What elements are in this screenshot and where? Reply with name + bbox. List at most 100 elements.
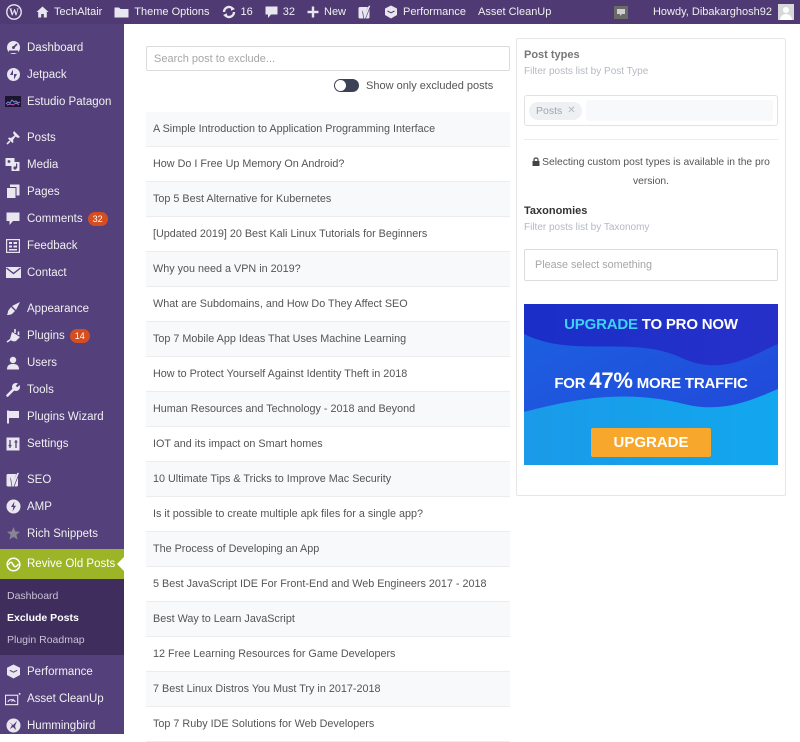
folder-icon [114, 6, 129, 18]
pro-version-note: Selecting custom post types is available… [524, 153, 778, 191]
submenu-item-plugin-roadmap[interactable]: Plugin Roadmap [0, 629, 124, 651]
upgrade-banner[interactable]: UPGRADE TO PRO NOW FOR 47% MORE TRAFFIC … [524, 304, 778, 465]
sidebar-item-comments[interactable]: Comments 32 [0, 205, 124, 232]
post-types-title: Post types [524, 49, 580, 61]
asset-cleanup-link[interactable]: Asset CleanUp [472, 0, 557, 24]
banner-highlight: UPGRADE [564, 316, 638, 333]
main-content: Show only excluded posts A Simple Introd… [124, 24, 800, 742]
post-list-item[interactable]: 7 Best Linux Distros You Must Try in 201… [146, 672, 510, 707]
sidebar-item-dashboard[interactable]: Dashboard [0, 34, 124, 61]
sidebar-item-seo[interactable]: SEO [0, 466, 124, 493]
revive-icon [5, 556, 21, 572]
sidebar-item-pages[interactable]: Pages [0, 178, 124, 205]
sidebar-label: Revive Old Posts [27, 558, 116, 570]
sidebar-item-tools[interactable]: Tools [0, 376, 124, 403]
updates-link[interactable]: 16 [216, 0, 259, 24]
notification-link[interactable] [608, 0, 647, 24]
sidebar-label: Appearance [27, 302, 90, 315]
remove-chip-icon[interactable]: ✕ [567, 105, 575, 116]
sidebar-item-rich-snippets[interactable]: Rich Snippets [0, 520, 124, 547]
my-account-link[interactable]: Howdy, Dibakarghosh92 [647, 0, 800, 24]
post-list-item[interactable]: A Simple Introduction to Application Pro… [146, 112, 510, 147]
post-list-item[interactable]: Human Resources and Technology - 2018 an… [146, 392, 510, 427]
performance-icon [5, 664, 21, 680]
sidebar-item-media[interactable]: Media [0, 151, 124, 178]
sidebar-label: Pages [27, 185, 60, 198]
upgrade-button[interactable]: UPGRADE [591, 428, 711, 457]
updates-icon [222, 5, 236, 19]
post-list-item[interactable]: 5 Best JavaScript IDE For Front-End and … [146, 567, 510, 602]
filters-panel: Post types Filter posts list by Post Typ… [516, 38, 786, 496]
amp-icon [5, 499, 21, 515]
comments-link[interactable]: 32 [259, 0, 301, 24]
sidebar-item-estudio-patagon[interactable]: Estudio Patagon [0, 88, 124, 115]
post-list-item[interactable]: 10 Ultimate Tips & Tricks to Improve Mac… [146, 462, 510, 497]
site-name-link[interactable]: TechAltair [30, 0, 108, 24]
plugin-icon [5, 328, 21, 344]
post-list-item[interactable]: Top 7 Ruby IDE Solutions for Web Develop… [146, 707, 510, 742]
post-types-select[interactable]: Posts ✕ [524, 95, 778, 126]
wordpress-logo-button[interactable]: W [0, 0, 30, 24]
comments-count: 32 [282, 6, 295, 18]
post-types-search[interactable] [585, 100, 773, 121]
admin-sidebar: Dashboard Jetpack Estudio Patagon Posts … [0, 24, 124, 734]
post-list-item[interactable]: Top 7 Mobile App Ideas That Uses Machine… [146, 322, 510, 357]
flag-icon [5, 409, 21, 425]
settings-icon [5, 436, 21, 452]
post-list-item[interactable]: Best Way to Learn JavaScript [146, 602, 510, 637]
sidebar-item-performance[interactable]: Performance [0, 658, 124, 685]
post-list-item[interactable]: 12 Free Learning Resources for Game Deve… [146, 637, 510, 672]
post-type-chip-label: Posts [536, 104, 563, 117]
plugins-update-badge: 14 [69, 328, 90, 343]
submenu-item-dashboard[interactable]: Dashboard [0, 585, 124, 607]
sidebar-item-appearance[interactable]: Appearance [0, 295, 124, 322]
post-list-item[interactable]: The Process of Developing an App [146, 532, 510, 567]
sidebar-label: AMP [27, 500, 52, 513]
svg-text:W: W [9, 8, 19, 19]
asset-cleanup-label: Asset CleanUp [478, 6, 552, 18]
sidebar-item-posts[interactable]: Posts [0, 124, 124, 151]
post-list-item[interactable]: Top 5 Best Alternative for Kubernetes [146, 182, 510, 217]
post-list-item[interactable]: Is it possible to create multiple apk fi… [146, 497, 510, 532]
pages-icon [5, 184, 21, 200]
search-posts-input[interactable] [146, 46, 510, 71]
new-content-link[interactable]: New [301, 0, 352, 24]
theme-options-link[interactable]: Theme Options [108, 0, 215, 24]
post-list-item[interactable]: Why you need a VPN in 2019? [146, 252, 510, 287]
post-list: A Simple Introduction to Application Pro… [146, 112, 510, 742]
sidebar-item-jetpack[interactable]: Jetpack [0, 61, 124, 88]
sidebar-item-users[interactable]: Users [0, 349, 124, 376]
show-excluded-toggle[interactable] [334, 79, 359, 92]
banner-percentage: 47% [589, 368, 633, 393]
sidebar-item-plugins[interactable]: Plugins 14 [0, 322, 124, 349]
sidebar-item-contact[interactable]: Contact [0, 259, 124, 286]
lock-icon [532, 157, 542, 168]
post-list-item[interactable]: IOT and its impact on Smart homes [146, 427, 510, 462]
site-name: TechAltair [54, 6, 103, 18]
post-list-item[interactable]: How to Protect Yourself Against Identity… [146, 357, 510, 392]
theme-options-label: Theme Options [134, 6, 210, 18]
post-list-item[interactable]: What are Subdomains, and How Do They Aff… [146, 287, 510, 322]
submenu-item-exclude-posts[interactable]: Exclude Posts [0, 607, 124, 629]
sidebar-item-amp[interactable]: AMP [0, 493, 124, 520]
performance-link[interactable]: Performance [378, 0, 472, 24]
admin-bar: W TechAltair Theme Options 16 32 New Per… [0, 0, 800, 24]
sidebar-item-plugins-wizard[interactable]: Plugins Wizard [0, 403, 124, 430]
post-list-item[interactable]: [Updated 2019] 20 Best Kali Linux Tutori… [146, 217, 510, 252]
sidebar-item-asset-cleanup[interactable]: Asset CleanUp [0, 685, 124, 712]
sidebar-item-revive-old-posts[interactable]: Revive Old Posts [0, 549, 124, 579]
performance-icon [384, 5, 398, 19]
sidebar-item-hummingbird[interactable]: Hummingbird [0, 712, 124, 739]
yoast-seo-link[interactable] [352, 0, 378, 24]
comments-count-badge: 32 [87, 211, 108, 226]
media-icon [5, 157, 21, 173]
sidebar-item-feedback[interactable]: Feedback [0, 232, 124, 259]
sidebar-item-settings[interactable]: Settings [0, 430, 124, 457]
show-excluded-toggle-row[interactable]: Show only excluded posts [334, 79, 493, 92]
sidebar-label: Feedback [27, 239, 78, 252]
post-list-item[interactable]: How Do I Free Up Memory On Android? [146, 147, 510, 182]
taxonomies-select[interactable] [524, 249, 778, 281]
performance-label: Performance [403, 6, 466, 18]
sidebar-label: Settings [27, 437, 69, 450]
sidebar-label: Posts [27, 131, 56, 144]
